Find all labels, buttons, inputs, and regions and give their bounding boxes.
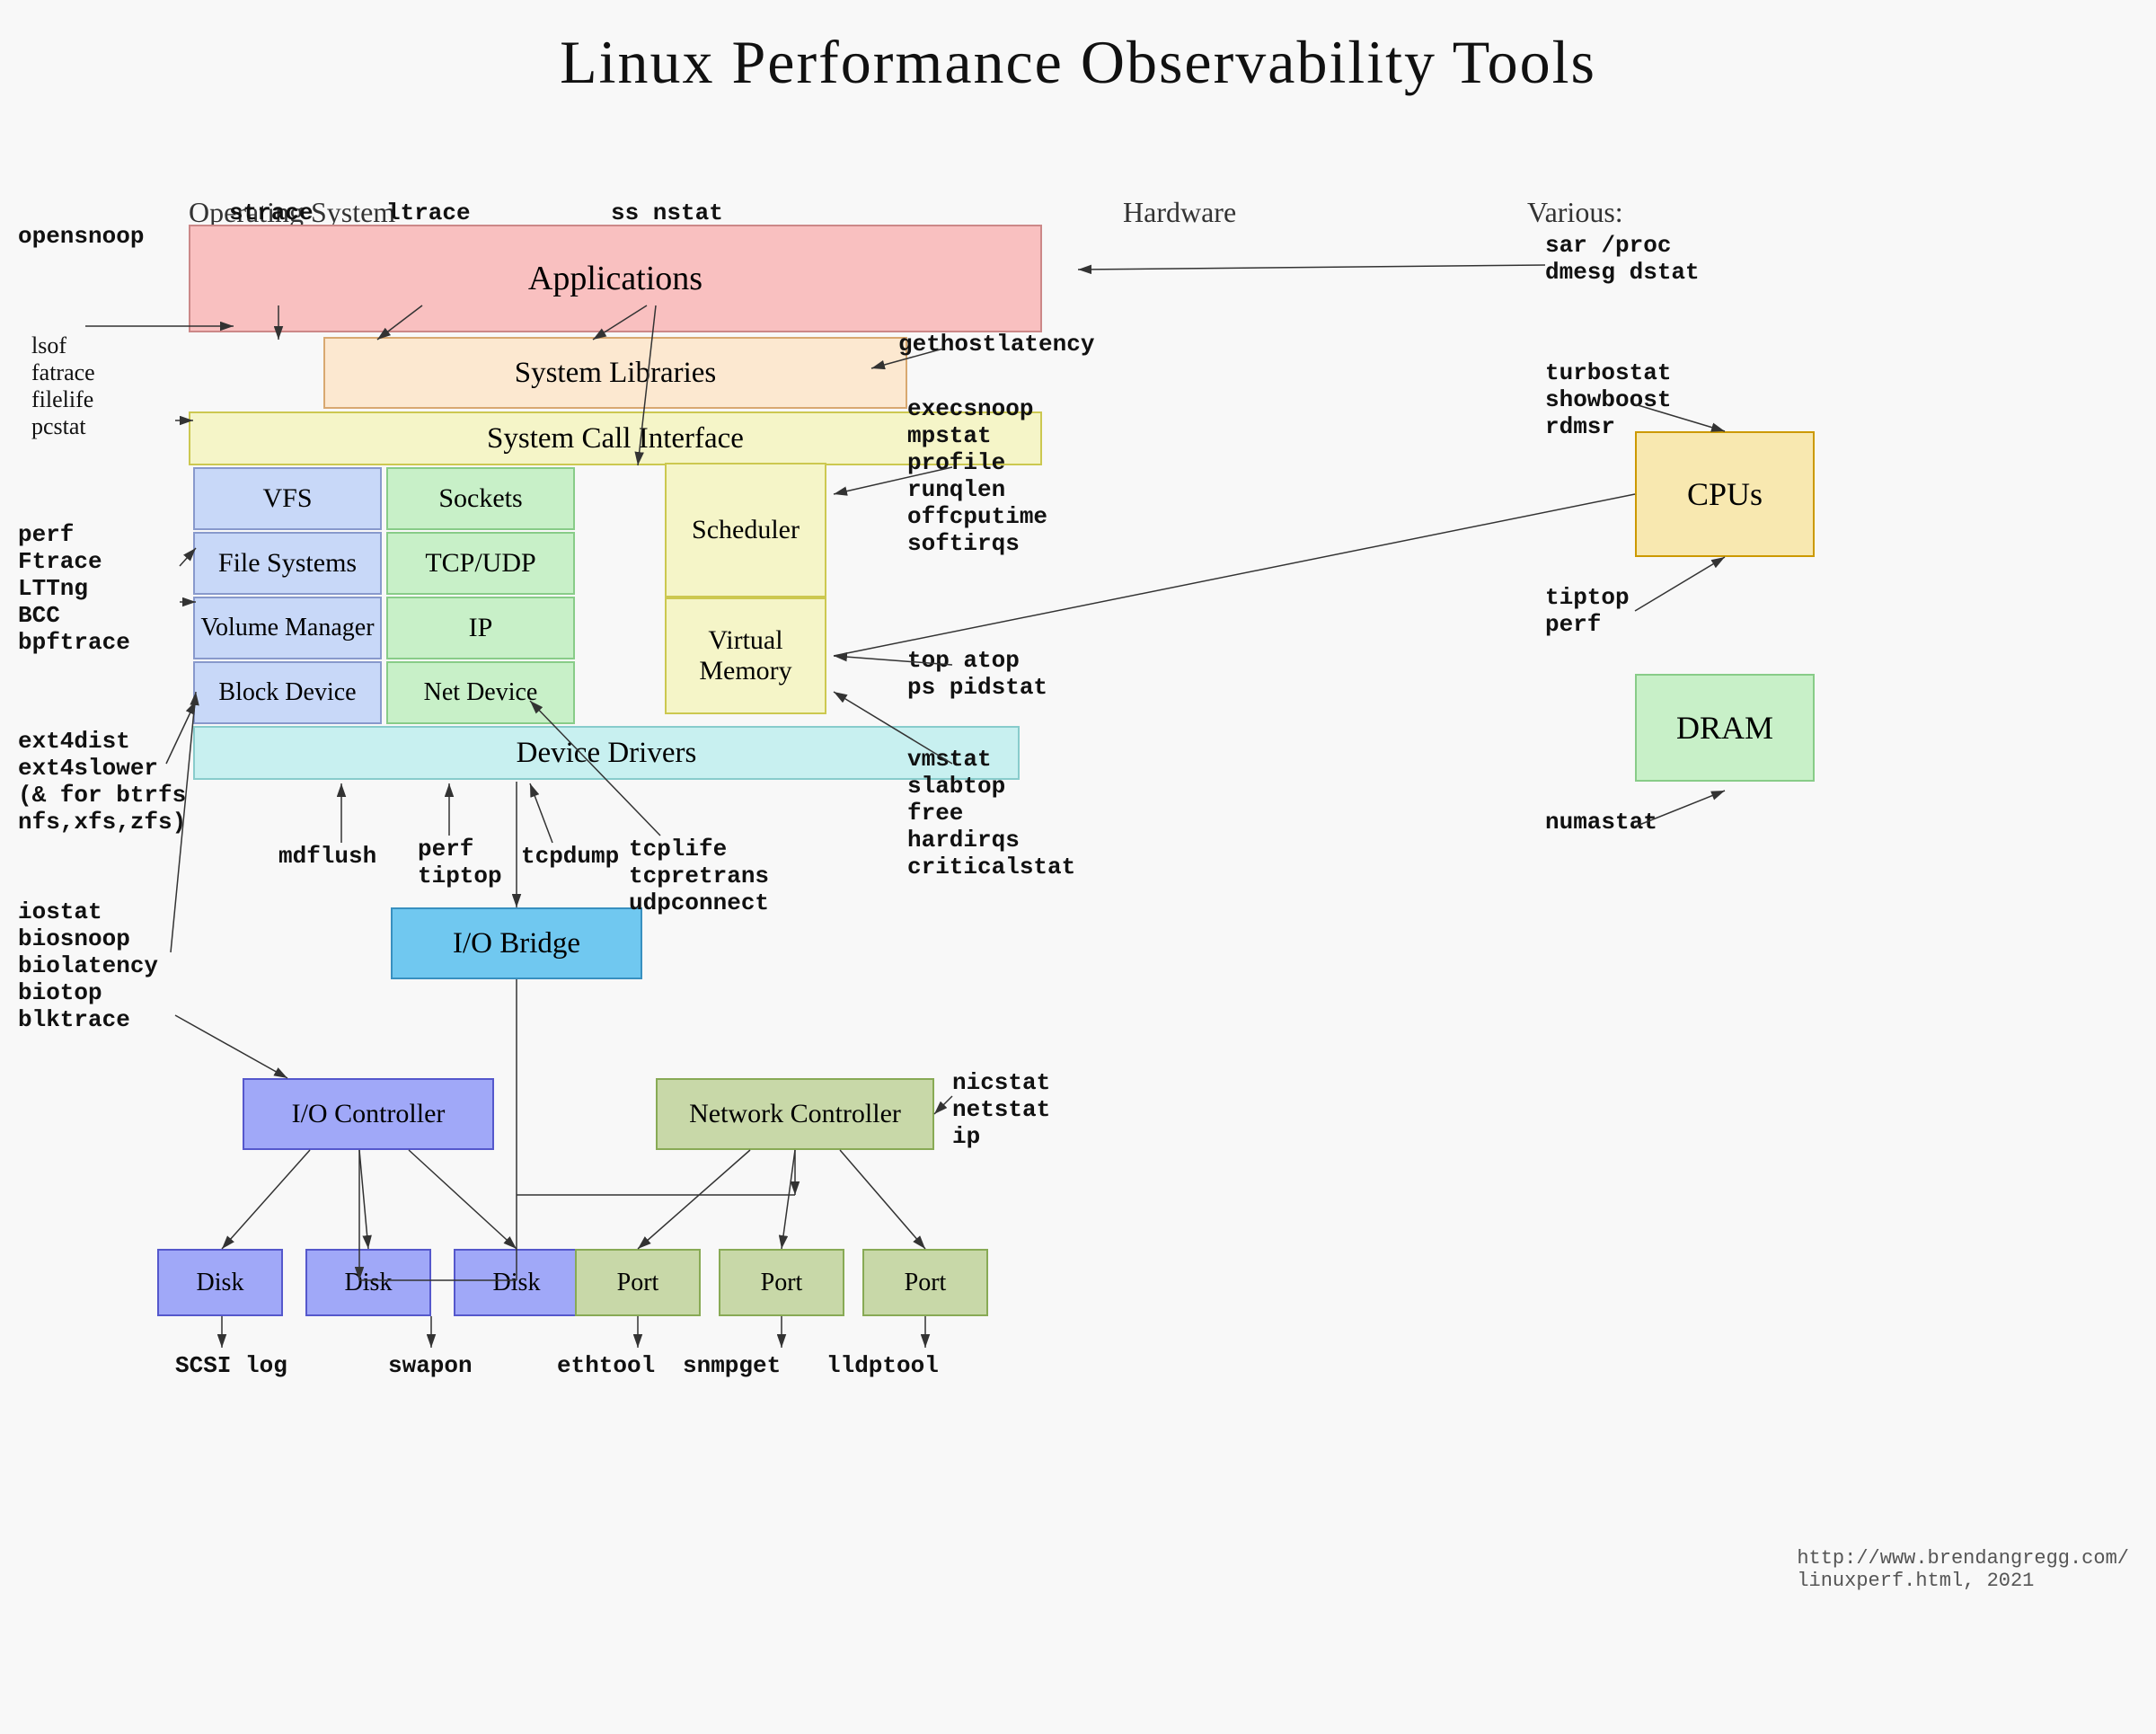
port-box-2: Port <box>719 1249 844 1316</box>
network-controller-box: Network Controller <box>656 1078 934 1150</box>
tool-turbostat-group: turbostat showboost rdmsr <box>1545 359 1671 440</box>
tool-opensnoop: opensnoop <box>18 223 144 250</box>
tool-iostat-group: iostat biosnoop biolatency biotop blktra… <box>18 898 158 1033</box>
tool-pcstat: pcstat <box>31 413 86 439</box>
virtual-memory-box: Virtual Memory <box>665 597 826 714</box>
disk-box-2: Disk <box>305 1249 431 1316</box>
port-box-1: Port <box>575 1249 701 1316</box>
tool-lsof: lsof <box>31 332 66 358</box>
tool-perf-group: perf Ftrace LTTng BCC bpftrace <box>18 521 130 656</box>
tool-swapon: swapon <box>388 1352 473 1379</box>
tool-scsi-log: SCSI log <box>175 1352 287 1379</box>
tool-tiptop-perf: tiptop perf <box>1545 584 1630 638</box>
tool-filelife: filelife <box>31 386 93 412</box>
net-device-box: Net Device <box>386 661 575 724</box>
scheduler-box: Scheduler <box>665 463 826 597</box>
tool-mdflush: mdflush <box>278 843 376 870</box>
diagram-container: Operating System Hardware Various: Appli… <box>0 117 2156 1608</box>
tool-numastat: numastat <box>1545 809 1657 836</box>
tool-nicstat-group: nicstat netstat ip <box>952 1069 1050 1150</box>
disk-box-1: Disk <box>157 1249 283 1316</box>
ip-box: IP <box>386 597 575 659</box>
tool-snmpget: snmpget <box>683 1352 781 1379</box>
footer-link: http://www.brendangregg.com/ linuxperf.h… <box>1797 1547 2129 1592</box>
disk-box-3: Disk <box>454 1249 579 1316</box>
cpus-box: CPUs <box>1635 431 1815 557</box>
applications-layer: Applications <box>189 225 1042 332</box>
tool-top-atop: top atop ps pidstat <box>907 647 1047 701</box>
tool-ethtool: ethtool <box>557 1352 655 1379</box>
tool-fatrace: fatrace <box>31 359 95 385</box>
hw-section-label: Hardware <box>1123 196 1236 229</box>
tool-lsof-group: lsof fatrace filelife pcstat <box>31 332 95 440</box>
tool-sar-proc: sar /proc dmesg dstat <box>1545 232 1700 286</box>
tool-tcplife-group: tcplife tcpretrans udpconnect <box>629 836 769 916</box>
tool-ss-nstat: ss nstat <box>611 199 723 226</box>
tool-gethostlatency: gethostlatency <box>898 331 1094 358</box>
tool-ltrace: ltrace <box>386 199 471 226</box>
tool-ext4dist-group: ext4dist ext4slower (& for btrfs nfs,xfs… <box>18 728 186 836</box>
tool-lldptool: lldptool <box>826 1352 939 1379</box>
tool-strace: strace <box>229 199 314 226</box>
page-title: Linux Performance Observability Tools <box>0 0 2156 98</box>
filesystems-box: File Systems <box>193 532 382 595</box>
port-box-3: Port <box>862 1249 988 1316</box>
sockets-box: Sockets <box>386 467 575 530</box>
tool-tcpdump: tcpdump <box>521 843 619 870</box>
io-bridge-box: I/O Bridge <box>391 907 642 979</box>
io-controller-box: I/O Controller <box>243 1078 494 1150</box>
various-section-label: Various: <box>1527 196 1623 229</box>
block-device-box: Block Device <box>193 661 382 724</box>
tool-hardirqs-group: hardirqs criticalstat <box>907 827 1075 880</box>
dram-box: DRAM <box>1635 674 1815 782</box>
device-drivers-box: Device Drivers <box>193 726 1020 780</box>
vfs-box: VFS <box>193 467 382 530</box>
tool-perf-tiptop: perf tiptop <box>418 836 502 889</box>
volume-manager-box: Volume Manager <box>193 597 382 659</box>
tool-execsnoop-group: execsnoop mpstat profile runqlen offcput… <box>907 395 1047 557</box>
tcpudp-box: TCP/UDP <box>386 532 575 595</box>
tool-vmstat-group: vmstat slabtop free <box>907 746 1005 827</box>
system-libraries-layer: System Libraries <box>323 337 907 409</box>
